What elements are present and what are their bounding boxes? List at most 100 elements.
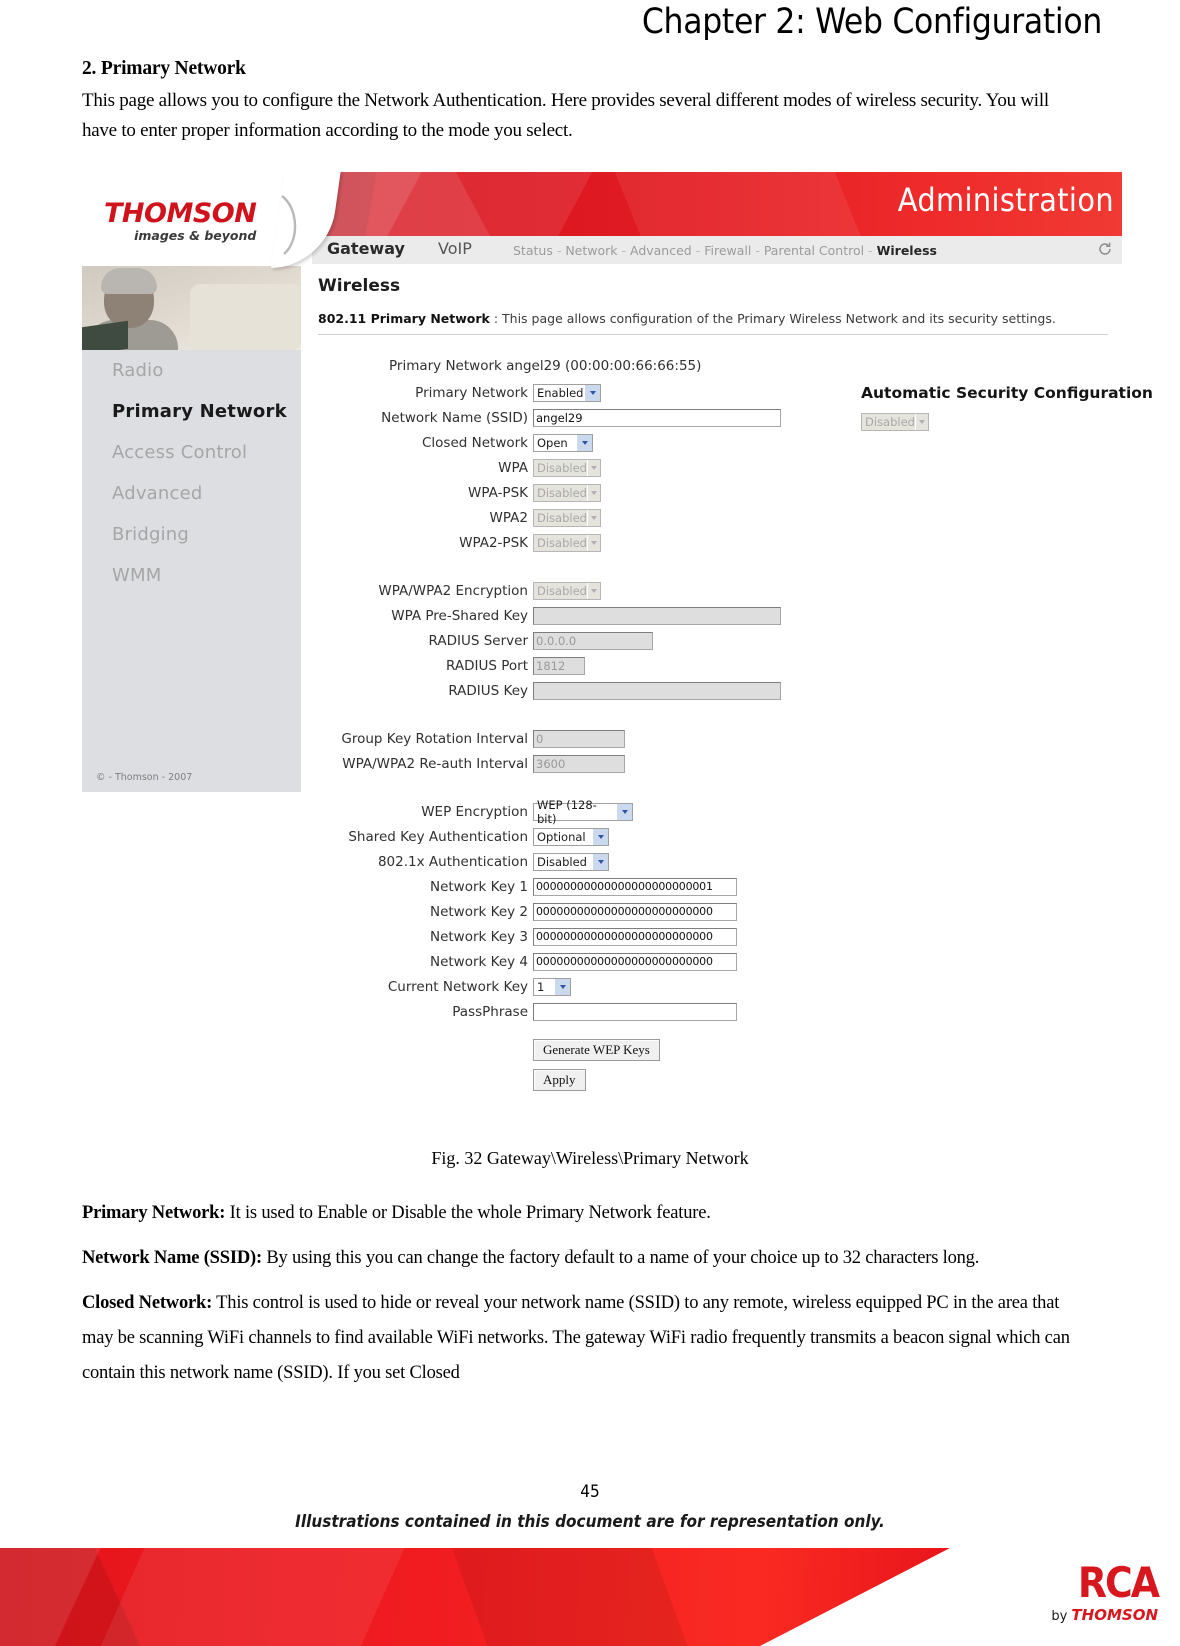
sidebar-copyright: © - Thomson - 2007: [96, 772, 193, 783]
brand-tagline: images & beyond: [134, 228, 257, 243]
field-label: Shared Key Authentication: [348, 828, 528, 845]
form-group-wep: WEP Encryption WEP (128-bit) Shared Key Au…: [301, 798, 1122, 1024]
input-wpa-wpa2-re-auth-interval[interactable]: 3600: [533, 754, 625, 773]
swoosh-icon: [281, 195, 297, 255]
form-row: WPA2-PSK Disabled: [301, 530, 1122, 555]
select-primary-network[interactable]: Enabled: [533, 383, 601, 402]
field-label: Group Key Rotation Interval: [341, 730, 528, 747]
definition-term: Closed Network:: [82, 1293, 213, 1313]
input-network-key-2[interactable]: 00000000000000000000000000: [533, 902, 737, 921]
nav-item-wireless[interactable]: Wireless: [877, 243, 937, 258]
thomson-logo-tab: THOMSON images & beyond: [82, 172, 312, 266]
generate-wep-keys-button[interactable]: Generate WEP Keys: [533, 1039, 660, 1061]
field-label: RADIUS Key: [448, 682, 528, 699]
field-label: WPA Pre-Shared Key: [391, 607, 528, 624]
form-row: WPA Pre-Shared Key: [301, 603, 1122, 628]
pane-subtitle-bold: 802.11 Primary Network: [318, 311, 490, 326]
banner-title: Administration: [897, 181, 1114, 219]
form-row: Group Key Rotation Interval 0: [301, 726, 1122, 751]
chevron-down-icon: [576, 434, 592, 451]
automatic-security-value: Disabled: [865, 415, 915, 429]
input-network-key-3[interactable]: 00000000000000000000000000: [533, 927, 737, 946]
nav-tab-voip[interactable]: VoIP: [438, 239, 472, 258]
select-wpa2[interactable]: Disabled: [533, 508, 601, 527]
field-label: WPA: [498, 459, 528, 476]
definition-text: By using this you can change the factory…: [261, 1248, 980, 1268]
field-label: 802.1x Authentication: [377, 853, 528, 870]
nav-item-firewall[interactable]: Firewall: [704, 243, 751, 258]
field-label: WPA2: [489, 509, 528, 526]
select-value: Disabled: [537, 535, 587, 550]
input-radius-server[interactable]: 0.0.0.0: [533, 631, 653, 650]
form-row: Network Name (SSID) angel29: [301, 405, 1122, 430]
form-row: RADIUS Key: [301, 678, 1122, 703]
field-label: Closed Network: [421, 434, 528, 451]
chevron-down-icon: [586, 484, 600, 501]
select-wpa-psk[interactable]: Disabled: [533, 483, 601, 502]
select-802-1x-authentication[interactable]: Disabled: [533, 852, 609, 871]
definition-term: Primary Network:: [82, 1203, 226, 1223]
input-radius-key[interactable]: [533, 681, 781, 700]
form-row: WPA2 Disabled: [301, 505, 1122, 530]
sidebar-item-bridging[interactable]: Bridging: [82, 514, 301, 555]
content-pane: Wireless 802.11 Primary Network : This p…: [301, 264, 1153, 1132]
sidebar-item-primary-network[interactable]: Primary Network: [82, 391, 301, 432]
refresh-icon[interactable]: [1097, 241, 1113, 257]
figure-caption: Fig. 32 Gateway\Wireless\Primary Network: [431, 1148, 749, 1168]
automatic-security-select[interactable]: Disabled: [861, 413, 929, 431]
footer-red-bar: [0, 1548, 950, 1646]
form-row: 802.1x Authentication Disabled: [301, 849, 1122, 874]
nav-item-advanced[interactable]: Advanced: [630, 243, 692, 258]
input-radius-port[interactable]: 1812: [533, 656, 585, 675]
footer-note: Illustrations contained in this document…: [295, 1512, 885, 1532]
select-value: Disabled: [537, 460, 587, 475]
field-label: Network Key 4: [429, 953, 528, 970]
select-wpa[interactable]: Disabled: [533, 458, 601, 477]
field-label: Network Key 2: [429, 903, 528, 920]
select-wpa2-psk[interactable]: Disabled: [533, 533, 601, 552]
chevron-down-icon: [586, 582, 600, 599]
input-network-key-1[interactable]: 00000000000000000000000001: [533, 877, 737, 896]
pane-description: 802.11 Primary Network : This page allow…: [318, 311, 1108, 326]
select-value: Enabled: [537, 385, 584, 400]
nav-item-status[interactable]: Status: [513, 243, 553, 258]
input-network-key-4[interactable]: 00000000000000000000000000: [533, 952, 737, 971]
definitions-list: Primary Network: It is used to Enable or…: [82, 1196, 1084, 1401]
rca-by-text: by: [1051, 1609, 1072, 1624]
field-label: WPA-PSK: [468, 484, 528, 501]
select-current-network-key[interactable]: 1: [533, 977, 571, 996]
nav-item-parental-control[interactable]: Parental Control: [764, 243, 864, 258]
form-group-intervals: Group Key Rotation Interval 0 WPA/WPA2 Re-…: [301, 726, 1122, 776]
input-group-key-rotation-interval[interactable]: 0: [533, 729, 625, 748]
chevron-down-icon: [592, 828, 608, 845]
field-label: RADIUS Server: [428, 632, 528, 649]
input-network-name-ssid[interactable]: angel29: [533, 408, 781, 427]
rca-logo: RCA by THOMSON: [1051, 1562, 1160, 1625]
chevron-down-icon: [554, 978, 570, 995]
select-wep-encryption[interactable]: WEP (128-bit): [533, 798, 633, 826]
field-label: Current Network Key: [387, 978, 528, 995]
select-value: Disabled: [537, 583, 587, 598]
select-closed-network[interactable]: Open: [533, 433, 593, 452]
form-row: RADIUS Port 1812: [301, 653, 1122, 678]
nav-item-network[interactable]: Network: [565, 243, 617, 258]
field-label: WPA/WPA2 Re-auth Interval: [342, 755, 528, 772]
select-value: Disabled: [537, 854, 587, 869]
field-label: WEP Encryption: [421, 803, 528, 820]
apply-button[interactable]: Apply: [533, 1069, 586, 1091]
input-passphrase[interactable]: [533, 1002, 737, 1021]
document-intro: 2. Primary Network This page allows you …: [82, 58, 1087, 146]
chevron-down-icon: [584, 384, 600, 401]
input-wpa-pre-shared-key[interactable]: [533, 606, 781, 625]
sidebar-item-access-control[interactable]: Access Control: [82, 432, 301, 473]
select-shared-key-authentication[interactable]: Optional: [533, 827, 609, 846]
definition-term: Network Name (SSID):: [82, 1248, 262, 1268]
sidebar-item-radio[interactable]: Radio: [82, 350, 301, 391]
form-group-basic: Primary Network Enabled Network Name (SSID…: [301, 380, 1122, 555]
sidebar-item-advanced[interactable]: Advanced: [82, 473, 301, 514]
definition-closed-network: Closed Network: This control is used to …: [82, 1286, 1084, 1391]
select-wpa-wpa2-encryption[interactable]: Disabled: [533, 581, 601, 600]
definition-network-name: Network Name (SSID): By using this you c…: [82, 1241, 1084, 1276]
sidebar-item-wmm[interactable]: WMM: [82, 555, 301, 596]
nav-tab-gateway[interactable]: Gateway: [327, 239, 405, 258]
